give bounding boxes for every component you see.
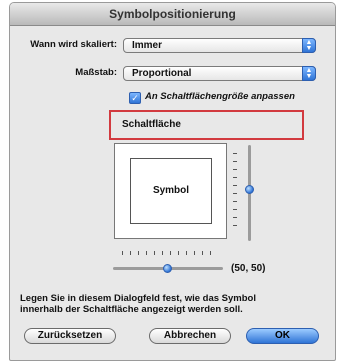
scaling-label: Wann wird skaliert: — [30, 39, 117, 50]
vertical-position-slider-knob[interactable] — [245, 185, 254, 194]
popup-arrows-icon: ▲ ▼ — [302, 38, 316, 53]
button-preview-label: Schaltfläche — [122, 119, 181, 130]
description-line-2: innerhalb der Schaltfläche angezeigt wer… — [20, 304, 243, 315]
slider-tick — [233, 209, 237, 210]
dialog-title: Symbolpositionierung — [10, 3, 335, 26]
symbol-preview: Symbol — [130, 158, 212, 224]
fit-size-label: An Schaltflächengröße anpassen — [145, 91, 295, 102]
cancel-button[interactable]: Abbrechen — [149, 328, 231, 344]
slider-tick — [178, 251, 179, 255]
scale-value: Proportional — [132, 68, 192, 79]
scaling-value: Immer — [132, 40, 163, 51]
slider-tick — [233, 161, 237, 162]
slider-tick — [233, 225, 237, 226]
slider-tick — [233, 217, 237, 218]
reset-button[interactable]: Zurücksetzen — [24, 328, 116, 344]
description-line-1: Legen Sie in diesem Dialogfeld fest, wie… — [20, 293, 256, 304]
position-readout: (50, 50) — [231, 263, 266, 274]
fit-size-checkbox-row[interactable]: ✓ An Schaltflächengröße anpassen — [129, 91, 295, 104]
slider-tick — [233, 169, 237, 170]
slider-tick — [194, 251, 195, 255]
slider-tick — [138, 251, 139, 255]
slider-tick — [233, 185, 237, 186]
slider-tick — [233, 201, 237, 202]
slider-tick — [146, 251, 147, 255]
slider-tick — [122, 251, 123, 255]
symbol-positioning-dialog: Symbolpositionierung Wann wird skaliert:… — [9, 2, 336, 361]
slider-tick — [233, 193, 237, 194]
slider-tick — [233, 153, 237, 154]
description-text: Legen Sie in diesem Dialogfeld fest, wie… — [20, 293, 330, 315]
slider-tick — [154, 251, 155, 255]
ok-button[interactable]: OK — [246, 328, 319, 344]
horizontal-position-slider-knob[interactable] — [163, 264, 172, 273]
fit-size-checkbox[interactable]: ✓ — [129, 92, 141, 104]
slider-tick — [170, 251, 171, 255]
slider-tick — [130, 251, 131, 255]
button-preview-area: Symbol — [114, 143, 227, 239]
slider-tick — [162, 251, 163, 255]
slider-tick — [233, 177, 237, 178]
symbol-label: Symbol — [152, 185, 190, 196]
popup-arrows-icon: ▲ ▼ — [302, 66, 316, 81]
slider-tick — [202, 251, 203, 255]
slider-tick — [186, 251, 187, 255]
scaling-popup[interactable]: Immer ▲ ▼ — [123, 38, 316, 53]
scale-label: Maßstab: — [75, 67, 117, 78]
scale-popup[interactable]: Proportional ▲ ▼ — [123, 66, 316, 81]
slider-tick — [210, 251, 211, 255]
